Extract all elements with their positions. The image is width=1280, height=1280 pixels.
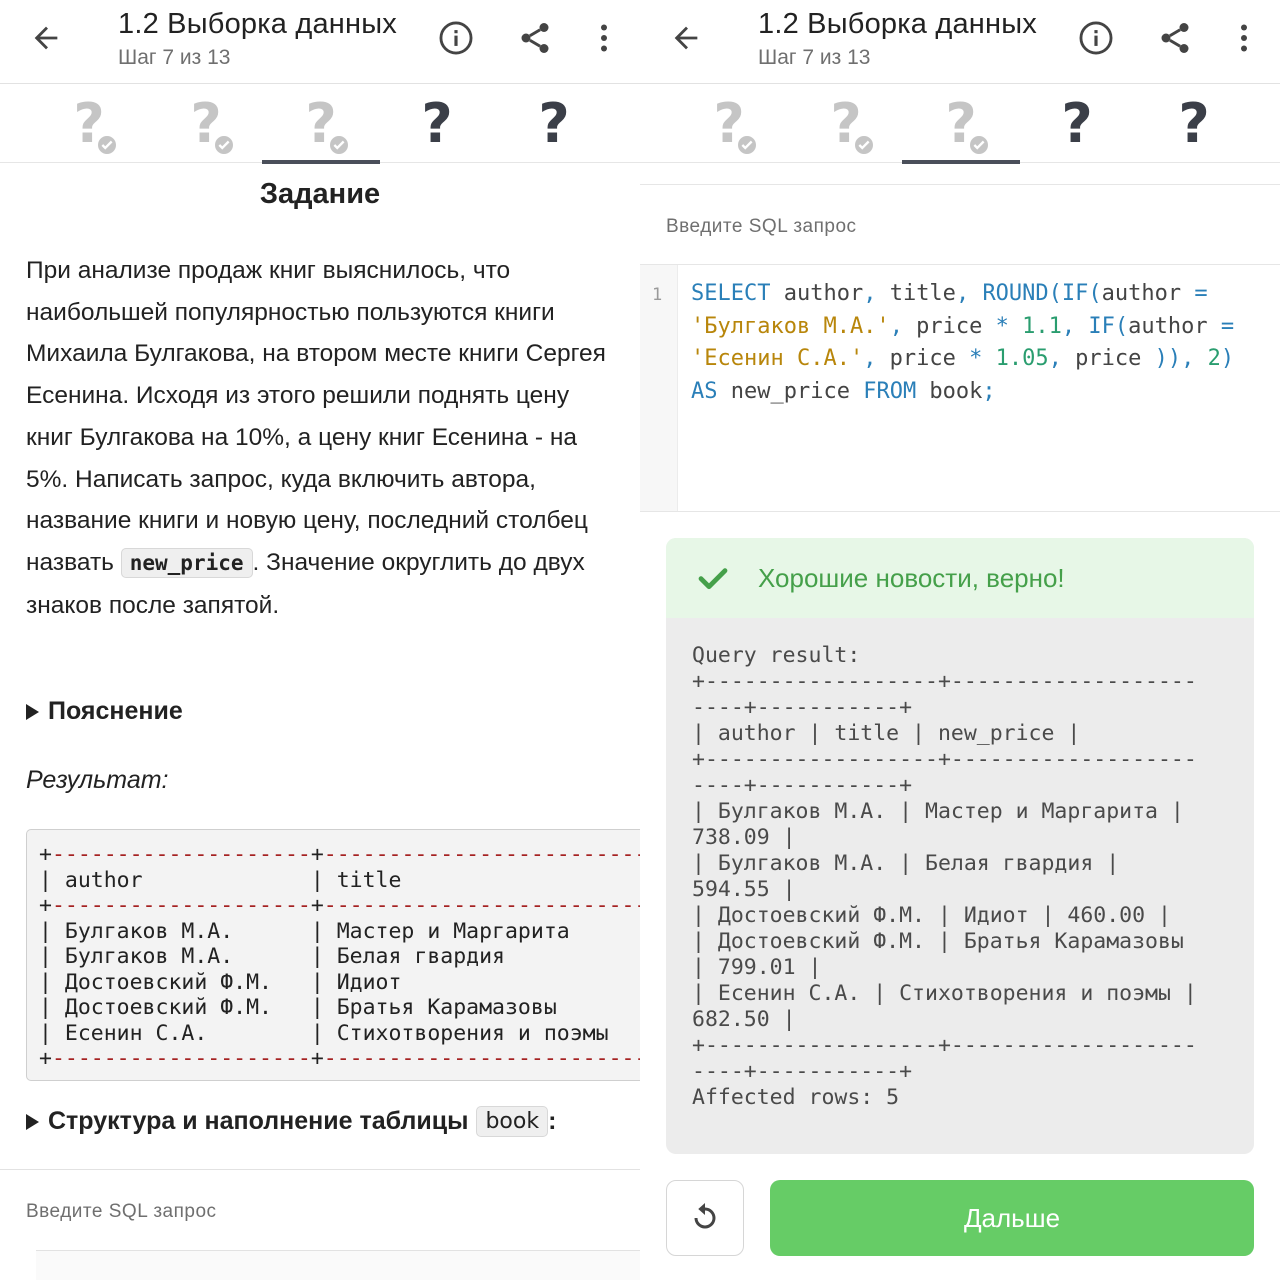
table-row: | author | title | n: [39, 867, 640, 893]
quiz-done-icon: ?: [945, 97, 991, 157]
lesson-title: 1.2 Выборка данных: [758, 8, 1037, 40]
explanation-toggle[interactable]: Пояснение: [26, 697, 183, 726]
more-vertical-icon: [1241, 24, 1247, 52]
divider: [0, 1169, 640, 1170]
solution-pane: 1.2 Выборка данных Шаг 7 из 13 ? ? ? ? ?…: [640, 0, 1280, 1280]
success-message: Хорошие новости, верно!: [758, 562, 1065, 593]
quiz-done-icon: ?: [305, 97, 351, 157]
divider: [640, 184, 1280, 185]
result-label: Результат:: [26, 766, 169, 794]
line-number: 1: [652, 285, 663, 305]
quiz-open-icon: ?: [421, 92, 453, 155]
title-block: 1.2 Выборка данных Шаг 7 из 13: [758, 6, 1037, 70]
table-structure-toggle[interactable]: Структура и наполнение таблицы book:: [26, 1106, 556, 1137]
reset-icon: [694, 1203, 716, 1229]
structure-colon: :: [548, 1107, 557, 1135]
info-button[interactable]: [1076, 18, 1116, 58]
step-tab-1[interactable]: ?: [670, 85, 788, 163]
back-button[interactable]: [666, 18, 706, 58]
next-button[interactable]: Дальше: [770, 1180, 1254, 1256]
checkmark-icon: [696, 561, 730, 595]
table-row: | Есенин С.А. | Стихотворения и поэмы | …: [39, 1020, 640, 1046]
step-tab-4[interactable]: ?: [1018, 85, 1136, 163]
info-icon: [439, 21, 473, 55]
step-tab-4[interactable]: ?: [378, 85, 496, 163]
task-heading: Задание: [259, 178, 381, 210]
step-tab-1[interactable]: ?: [30, 85, 148, 163]
step-tab-3[interactable]: ?: [262, 85, 380, 164]
task-text-part: При анализе продаж книг выяснилось, что …: [26, 257, 606, 576]
quiz-open-icon: ?: [1061, 92, 1093, 155]
more-button[interactable]: [584, 18, 624, 58]
line-gutter: 1: [640, 265, 678, 511]
title-block: 1.2 Выборка данных Шаг 7 из 13: [118, 6, 397, 70]
submission-result: Хорошие новости, верно! Query result: +-…: [666, 538, 1254, 1154]
table-row: | Булгаков М.А. | Белая гвардия | 5: [39, 944, 640, 969]
lesson-title: 1.2 Выборка данных: [118, 8, 397, 40]
share-button[interactable]: [1155, 18, 1195, 58]
quiz-done-icon: ?: [73, 97, 119, 157]
quiz-done-icon: ?: [830, 97, 876, 157]
step-tab-3[interactable]: ?: [902, 85, 1020, 164]
more-vertical-icon: [601, 24, 607, 52]
table-row: | Достоевский Ф.М. | Идиот | 4: [39, 969, 640, 995]
structure-label: Структура и наполнение таблицы: [48, 1107, 469, 1135]
sql-code[interactable]: SELECT author, title, ROUND(IF(author = …: [691, 278, 1271, 408]
table-row: | Достоевский Ф.М. | Братья Карамазовы |…: [39, 995, 640, 1020]
info-icon: [1079, 21, 1113, 55]
sql-editor-partial[interactable]: [36, 1250, 640, 1280]
reset-button[interactable]: [666, 1180, 744, 1256]
sql-editor[interactable]: 1 SELECT author, title, ROUND(IF(author …: [640, 264, 1280, 512]
task-description: При анализе продаж книг выяснилось, что …: [26, 250, 616, 626]
more-button[interactable]: [1224, 18, 1264, 58]
share-icon: [521, 23, 549, 53]
share-button[interactable]: [515, 18, 555, 58]
explanation-label: Пояснение: [48, 697, 183, 725]
sql-input-label: Введите SQL запрос: [26, 1201, 217, 1222]
arrow-left-icon: [34, 26, 58, 50]
arrow-left-icon: [674, 26, 698, 50]
task-pane: 1.2 Выборка данных Шаг 7 из 13 ? ? ? ? ?…: [0, 0, 640, 1280]
expected-result-table: +--------------------+------------------…: [26, 829, 640, 1081]
disclosure-triangle-icon: [26, 703, 39, 720]
quiz-open-icon: ?: [538, 92, 570, 155]
disclosure-triangle-icon: [26, 1113, 39, 1130]
step-tabs: ? ? ? ? ?: [640, 85, 1280, 164]
step-tab-2[interactable]: ?: [787, 85, 905, 163]
table-row: | Булгаков М.А. | Мастер и Маргарита | 7: [39, 918, 640, 944]
top-app-bar: 1.2 Выборка данных Шаг 7 из 13: [640, 0, 1280, 84]
inline-code-book: book: [476, 1106, 549, 1137]
inline-code-new-price: new_price: [120, 547, 253, 578]
share-icon: [1161, 23, 1189, 53]
info-button[interactable]: [436, 18, 476, 58]
sql-input-label: Введите SQL запрос: [666, 216, 857, 237]
step-tab-5[interactable]: ?: [1135, 85, 1253, 163]
success-banner: Хорошие новости, верно!: [666, 538, 1254, 618]
step-counter: Шаг 7 из 13: [118, 46, 231, 69]
step-tabs: ? ? ? ? ?: [0, 85, 640, 164]
quiz-done-icon: ?: [190, 97, 236, 157]
back-button[interactable]: [26, 18, 66, 58]
quiz-done-icon: ?: [713, 97, 759, 157]
query-output: Query result: +------------------+------…: [692, 643, 1197, 1110]
top-app-bar: 1.2 Выборка данных Шаг 7 из 13: [0, 0, 640, 84]
step-tab-2[interactable]: ?: [147, 85, 265, 163]
step-counter: Шаг 7 из 13: [758, 46, 871, 69]
expected-result-text: +--------------------+------------------…: [39, 842, 640, 1072]
step-tab-5[interactable]: ?: [495, 85, 613, 163]
quiz-open-icon: ?: [1178, 92, 1210, 155]
